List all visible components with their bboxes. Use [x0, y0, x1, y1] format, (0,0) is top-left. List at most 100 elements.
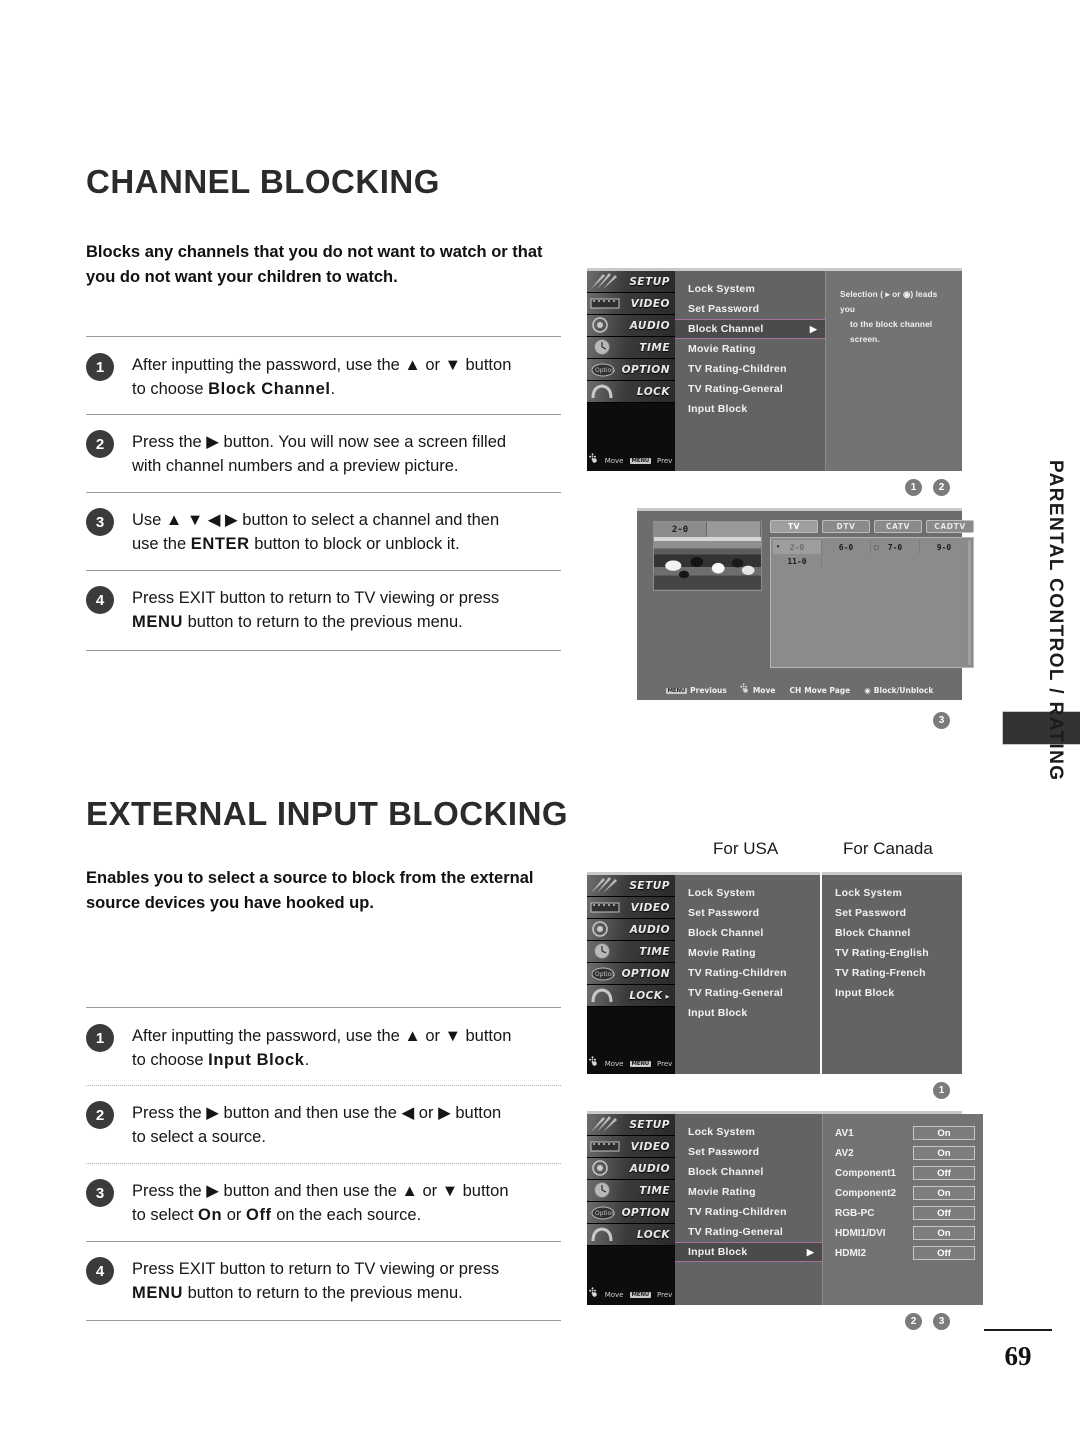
- sidebar-item-audio[interactable]: AUDIO: [587, 919, 675, 941]
- menu-item-set-password[interactable]: Set Password: [675, 299, 825, 319]
- menu-item-block-channel[interactable]: Block Channel: [675, 1162, 822, 1182]
- sidebar-item-audio[interactable]: AUDIO: [587, 315, 675, 337]
- menu-item-tv-rating-children[interactable]: TV Rating-Children: [675, 963, 820, 983]
- sidebar-item-setup[interactable]: SETUP: [587, 1114, 675, 1136]
- source-value[interactable]: On: [913, 1146, 975, 1160]
- menu-item-tv-rating-english[interactable]: TV Rating-English: [822, 943, 962, 963]
- sidebar-item-video[interactable]: VIDEO: [587, 1136, 675, 1158]
- audio-icon: [589, 1159, 627, 1178]
- menu-label: TV Rating-Children: [688, 967, 787, 979]
- menu-item-set-password[interactable]: Set Password: [822, 903, 962, 923]
- step-text: Press EXIT button to return to TV viewin…: [132, 585, 499, 634]
- step-line1: After inputting the password, use the ▲ …: [132, 1027, 512, 1045]
- menu-item-tv-rating-general[interactable]: TV Rating-General: [675, 983, 820, 1003]
- sidebar-item-setup[interactable]: SETUP: [587, 875, 675, 897]
- menu-item-input-block[interactable]: Input Block ▶: [675, 1242, 822, 1262]
- menu-item-movie-rating[interactable]: Movie Rating: [675, 1182, 822, 1202]
- menu-item-block-channel[interactable]: Block Channel: [675, 923, 820, 943]
- tab-cadtv[interactable]: CADTV: [926, 520, 974, 533]
- step-badge-3: 3: [933, 712, 950, 729]
- sidebar-item-video[interactable]: VIDEO: [587, 897, 675, 919]
- osd-block-channel-menu: SETUP VIDEO AUDIO TIME Option OPTION LOC…: [587, 268, 962, 471]
- sidebar-item-option[interactable]: Option OPTION: [587, 359, 675, 381]
- step-item: 1 After inputting the password, use the …: [86, 1023, 564, 1072]
- channel-cell[interactable]: □ 7-0: [871, 540, 920, 554]
- note-line-1: Selection ( ▸ or ◉) leads you: [840, 289, 938, 314]
- menu-item-tv-rating-children[interactable]: TV Rating-Children: [675, 359, 825, 379]
- sidebar-label: SETUP: [629, 879, 670, 892]
- menu-item-input-block[interactable]: Input Block: [675, 1003, 820, 1023]
- grid-scrollbar[interactable]: [967, 539, 972, 666]
- tab-tv[interactable]: TV: [770, 520, 818, 533]
- setup-icon: [589, 1115, 627, 1134]
- clock-icon: [589, 1181, 627, 1200]
- step-emphasis: Block Channel: [208, 380, 331, 398]
- sidebar-item-setup[interactable]: SETUP: [587, 271, 675, 293]
- menu-item-block-channel[interactable]: Block Channel ▶: [675, 319, 825, 339]
- menu-item-tv-rating-french[interactable]: TV Rating-French: [822, 963, 962, 983]
- menu-item-tv-rating-general[interactable]: TV Rating-General: [675, 1222, 822, 1242]
- hint-move-page: CH Move Page: [789, 686, 850, 695]
- tab-catv[interactable]: CATV: [874, 520, 922, 533]
- menu-item-lock-system[interactable]: Lock System: [675, 279, 825, 299]
- sidebar-label: LOCK: [629, 990, 670, 1002]
- step-text: Press the ▶ button and then use the ◀ or…: [132, 1100, 501, 1149]
- source-value[interactable]: On: [913, 1186, 975, 1200]
- svg-text:Option: Option: [595, 367, 615, 374]
- osd-sidebar: SETUP VIDEO AUDIO TIME Option OPTION LOC…: [587, 875, 675, 1074]
- channel-cell[interactable]: • 2-0: [773, 540, 822, 554]
- menu-label: Set Password: [688, 1146, 760, 1158]
- manual-page: CHANNEL BLOCKING Blocks any channels tha…: [0, 0, 1080, 1439]
- menu-item-tv-rating-general[interactable]: TV Rating-General: [675, 379, 825, 399]
- sidebar-item-time[interactable]: TIME: [587, 941, 675, 963]
- channel-number: 2-0: [789, 542, 805, 552]
- sidebar-item-time[interactable]: TIME: [587, 1180, 675, 1202]
- osd-menu-list-canada: Lock System Set Password Block Channel T…: [822, 875, 962, 1074]
- sidebar-item-video[interactable]: VIDEO: [587, 293, 675, 315]
- source-value[interactable]: On: [913, 1126, 975, 1140]
- menu-item-movie-rating[interactable]: Movie Rating: [675, 339, 825, 359]
- sidebar-label: AUDIO: [629, 319, 670, 332]
- sidebar-item-lock[interactable]: LOCK: [587, 381, 675, 403]
- channel-cell[interactable]: 9-0: [920, 540, 969, 554]
- step-line2-post: .: [330, 380, 336, 398]
- sidebar-item-time[interactable]: TIME: [587, 337, 675, 359]
- channel-cell[interactable]: 6-0: [822, 540, 871, 554]
- menu-label: Block Channel: [688, 323, 764, 335]
- sidebar-item-lock[interactable]: LOCK: [587, 985, 675, 1007]
- step-emphasis: ENTER: [190, 535, 250, 553]
- menu-label: Block Channel: [688, 1166, 764, 1178]
- menu-item-lock-system[interactable]: Lock System: [675, 1122, 822, 1142]
- menu-item-block-channel[interactable]: Block Channel: [822, 923, 962, 943]
- channel-cell[interactable]: 11-0: [773, 554, 822, 568]
- menu-item-input-block[interactable]: Input Block: [675, 399, 825, 419]
- menu-item-movie-rating[interactable]: Movie Rating: [675, 943, 820, 963]
- tab-dtv[interactable]: DTV: [822, 520, 870, 533]
- menu-item-lock-system[interactable]: Lock System: [675, 883, 820, 903]
- menu-item-set-password[interactable]: Set Password: [675, 903, 820, 923]
- menu-label: Set Password: [688, 907, 760, 919]
- channel-number: 11-0: [787, 556, 807, 566]
- sidebar-item-audio[interactable]: AUDIO: [587, 1158, 675, 1180]
- step-line2-pre: use the: [132, 535, 191, 553]
- source-label: HDMI2: [835, 1247, 867, 1259]
- step-text: Use ▲ ▼ ◀ ▶ button to select a channel a…: [132, 507, 499, 556]
- menu-item-input-block[interactable]: Input Block: [822, 983, 962, 1003]
- sidebar-item-option[interactable]: Option OPTION: [587, 1202, 675, 1224]
- step-line1: After inputting the password, use the ▲ …: [132, 356, 512, 374]
- sidebar-item-lock[interactable]: LOCK: [587, 1224, 675, 1246]
- source-value[interactable]: Off: [913, 1206, 975, 1220]
- source-value[interactable]: On: [913, 1226, 975, 1240]
- sidebar-item-option[interactable]: Option OPTION: [587, 963, 675, 985]
- preview-channel-bar: 2-0: [654, 522, 761, 537]
- sidebar-label: AUDIO: [629, 923, 670, 936]
- source-value[interactable]: Off: [913, 1166, 975, 1180]
- source-value[interactable]: Off: [913, 1246, 975, 1260]
- menu-item-tv-rating-children[interactable]: TV Rating-Children: [675, 1202, 822, 1222]
- menu-label: Movie Rating: [688, 343, 756, 355]
- menu-item-lock-system[interactable]: Lock System: [822, 883, 962, 903]
- step-emphasis: Input Block: [208, 1051, 305, 1069]
- menu-item-set-password[interactable]: Set Password: [675, 1142, 822, 1162]
- osd-sidebar: SETUP VIDEO AUDIO TIME Option OPTION LOC…: [587, 1114, 675, 1305]
- channel-prefix-icon: □: [874, 543, 879, 551]
